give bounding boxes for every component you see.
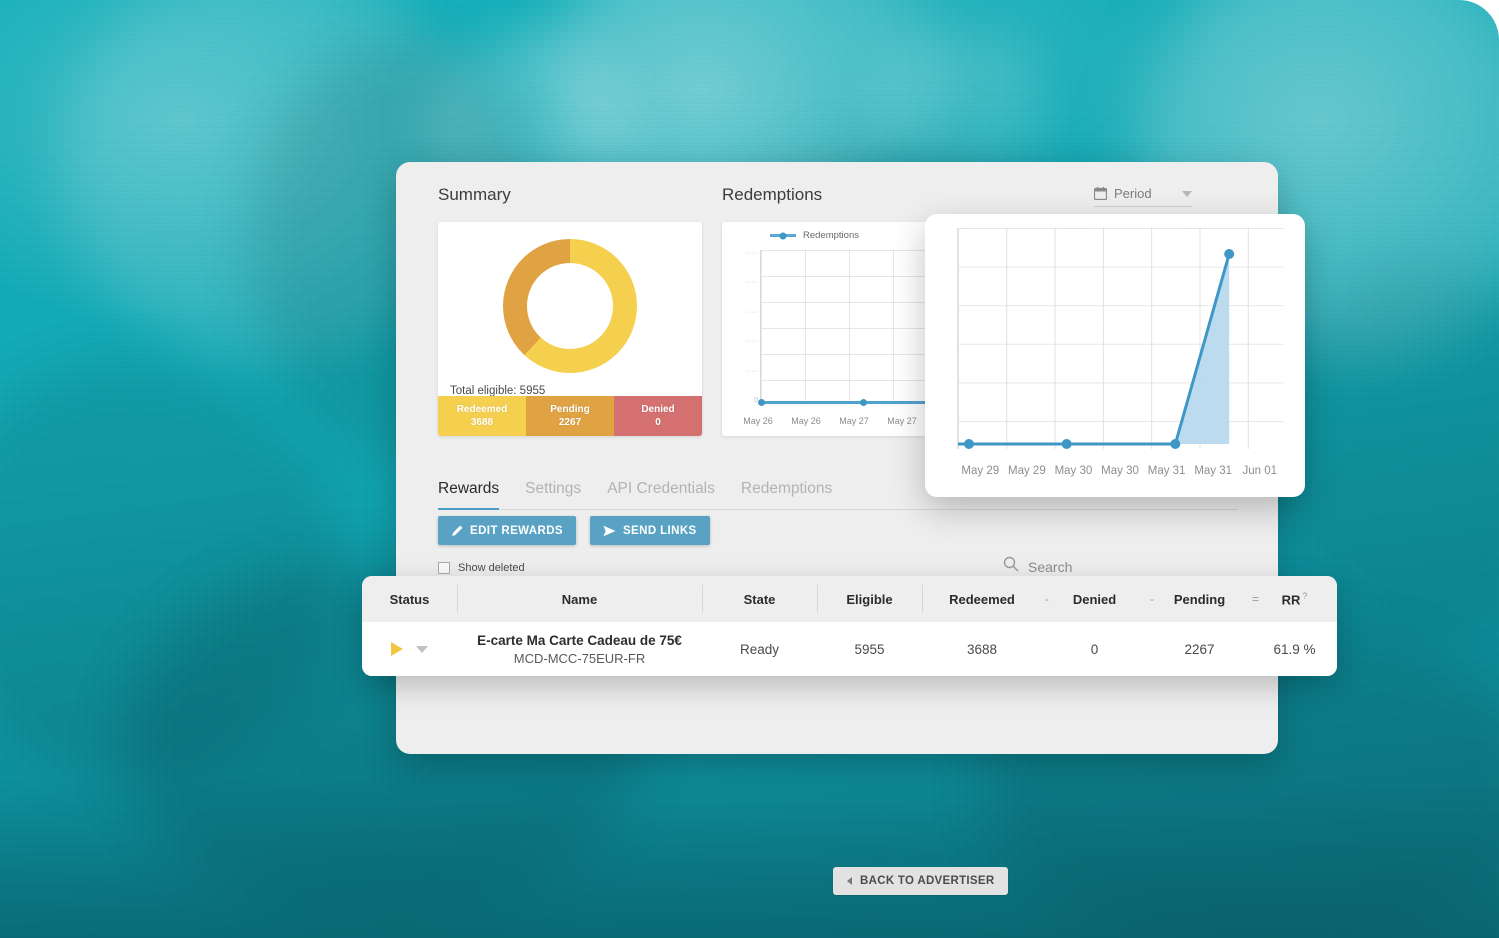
show-deleted-label: Show deleted [458, 562, 525, 574]
reward-code: MCD-MCC-75EUR-FR [513, 650, 646, 666]
summary-title: Summary [438, 185, 511, 204]
x-tick-label: May 31 [1147, 465, 1186, 477]
summary-panel: Total eligible: 5955 Redeemed 3688 Pendi… [438, 222, 702, 436]
play-triangle-icon[interactable] [391, 642, 403, 656]
redemptions-title: Redemptions [722, 185, 823, 204]
column-header-state[interactable]: State [702, 576, 817, 622]
tab-redemptions[interactable]: Redemptions [741, 474, 858, 509]
reward-name: E-carte Ma Carte Cadeau de 75€ [477, 632, 682, 648]
popup-chart-series [958, 249, 1235, 449]
cell-state: Ready [739, 641, 780, 657]
legend-bar-redeemed: Redeemed 3688 [438, 396, 526, 436]
column-header-rr[interactable]: RR? [1252, 576, 1337, 622]
search-field[interactable] [1003, 556, 1178, 577]
legend-bar-pending-label: Pending [550, 403, 590, 415]
background-bottom-shade [0, 778, 1499, 938]
cell-name[interactable]: E-carte Ma Carte Cadeau de 75€ MCD-MCC-7… [457, 622, 702, 676]
x-tick-label: May 26 [743, 416, 773, 426]
rewards-table: Status Name State Eligible Redeemed - De… [362, 576, 1337, 676]
cell-eligible: 5955 [854, 641, 885, 657]
chart-data-point [758, 399, 765, 406]
tab-settings[interactable]: Settings [525, 474, 607, 509]
period-label: Period [1114, 186, 1152, 201]
x-tick-label: May 27 [887, 416, 917, 426]
checkbox-icon[interactable] [438, 562, 450, 574]
back-to-advertiser-button[interactable]: BACK TO ADVERTISER [833, 867, 1009, 895]
x-tick-label: Jun 01 [1242, 465, 1278, 477]
x-tick-label: May 26 [791, 416, 821, 426]
chart-legend: Redemptions [770, 230, 859, 241]
tab-redemptions-label: Redemptions [740, 480, 833, 497]
column-header-redeemed[interactable]: Redeemed - [922, 576, 1049, 622]
tab-api-credentials-label: API Credentials [607, 480, 715, 497]
chart-legend-label: Redemptions [803, 230, 859, 241]
chevron-down-icon [1182, 190, 1192, 197]
x-tick-label: May 27 [839, 416, 869, 426]
x-tick-label: May 29 [1008, 465, 1046, 477]
table-body: E-carte Ma Carte Cadeau de 75€ MCD-MCC-7… [362, 622, 1337, 676]
column-header-eligible[interactable]: Eligible [817, 576, 922, 622]
popup-chart-plot-area [957, 228, 1283, 449]
legend-bar-denied-label: Denied [641, 403, 675, 415]
rewards-table-card: Status Name State Eligible Redeemed - De… [362, 576, 1337, 676]
tab-api-credentials[interactable]: API Credentials [607, 474, 741, 509]
x-tick-label: May 31 [1194, 465, 1233, 477]
search-input[interactable] [1028, 558, 1178, 575]
column-header-denied[interactable]: Denied - [1042, 576, 1154, 622]
legend-bar-redeemed-label: Redeemed [456, 403, 508, 415]
edit-rewards-button[interactable]: EDIT REWARDS [438, 516, 576, 545]
edit-rewards-label: EDIT REWARDS [470, 524, 563, 537]
table-row[interactable]: E-carte Ma Carte Cadeau de 75€ MCD-MCC-7… [362, 622, 1337, 676]
back-to-advertiser-label: BACK TO ADVERTISER [860, 875, 995, 887]
column-header-name[interactable]: Name [457, 576, 702, 622]
period-dropdown[interactable]: Period [1094, 186, 1192, 207]
redemptions-popup-chart: May 29 May 29 May 30 May 30 May 31 May 3… [925, 214, 1305, 497]
pencil-icon [451, 525, 463, 537]
cell-status[interactable] [362, 622, 457, 676]
caret-down-icon[interactable] [416, 645, 428, 653]
calendar-icon [1094, 187, 1107, 200]
table-header: Status Name State Eligible Redeemed - De… [362, 576, 1337, 622]
x-tick-label: May 29 [961, 465, 1000, 477]
cell-pending: 2267 [1184, 641, 1215, 657]
chart-data-point [860, 399, 867, 406]
tab-rewards[interactable]: Rewards [438, 474, 525, 510]
legend-swatch-icon [770, 234, 796, 237]
chart-y-axis-labels: ····· ····· ····· ····· ····· 0 [746, 250, 758, 404]
x-tick-label: May 30 [1054, 465, 1093, 477]
popup-chart-x-axis-labels: May 29 May 29 May 30 May 30 May 31 May 3… [957, 465, 1283, 477]
legend-bar-denied: Denied 0 [614, 396, 702, 436]
cell-denied: 0 [1090, 641, 1099, 657]
send-icon [603, 525, 616, 537]
x-tick-label: May 30 [1101, 465, 1139, 477]
donut-chart [503, 239, 637, 373]
send-links-label: SEND LINKS [622, 524, 697, 537]
legend-bar-pending-value: 2267 [558, 417, 582, 428]
summary-legend-bars: Redeemed 3688 Pending 2267 Denied 0 [438, 396, 702, 436]
legend-bar-denied-value: 0 [655, 417, 661, 428]
legend-bar-pending: Pending 2267 [526, 396, 614, 436]
legend-bar-redeemed-value: 3688 [470, 417, 494, 428]
tab-settings-label: Settings [525, 480, 582, 497]
tab-rewards-label: Rewards [438, 480, 500, 497]
show-deleted-checkbox[interactable]: Show deleted [438, 562, 525, 574]
table-header-row: Status Name State Eligible Redeemed - De… [362, 576, 1337, 622]
search-icon [1003, 556, 1019, 577]
send-links-button[interactable]: SEND LINKS [589, 516, 710, 545]
action-button-group: EDIT REWARDS SEND LINKS [438, 516, 710, 545]
donut-chart-wrap [438, 230, 702, 382]
help-superscript: ? [1302, 590, 1308, 601]
cell-redeemed: 3688 [966, 641, 998, 657]
column-header-pending[interactable]: Pending = [1147, 576, 1259, 622]
column-header-status[interactable]: Status [362, 576, 457, 622]
cell-rr: 61.9 % [1273, 641, 1316, 657]
chevron-left-icon [847, 877, 852, 885]
